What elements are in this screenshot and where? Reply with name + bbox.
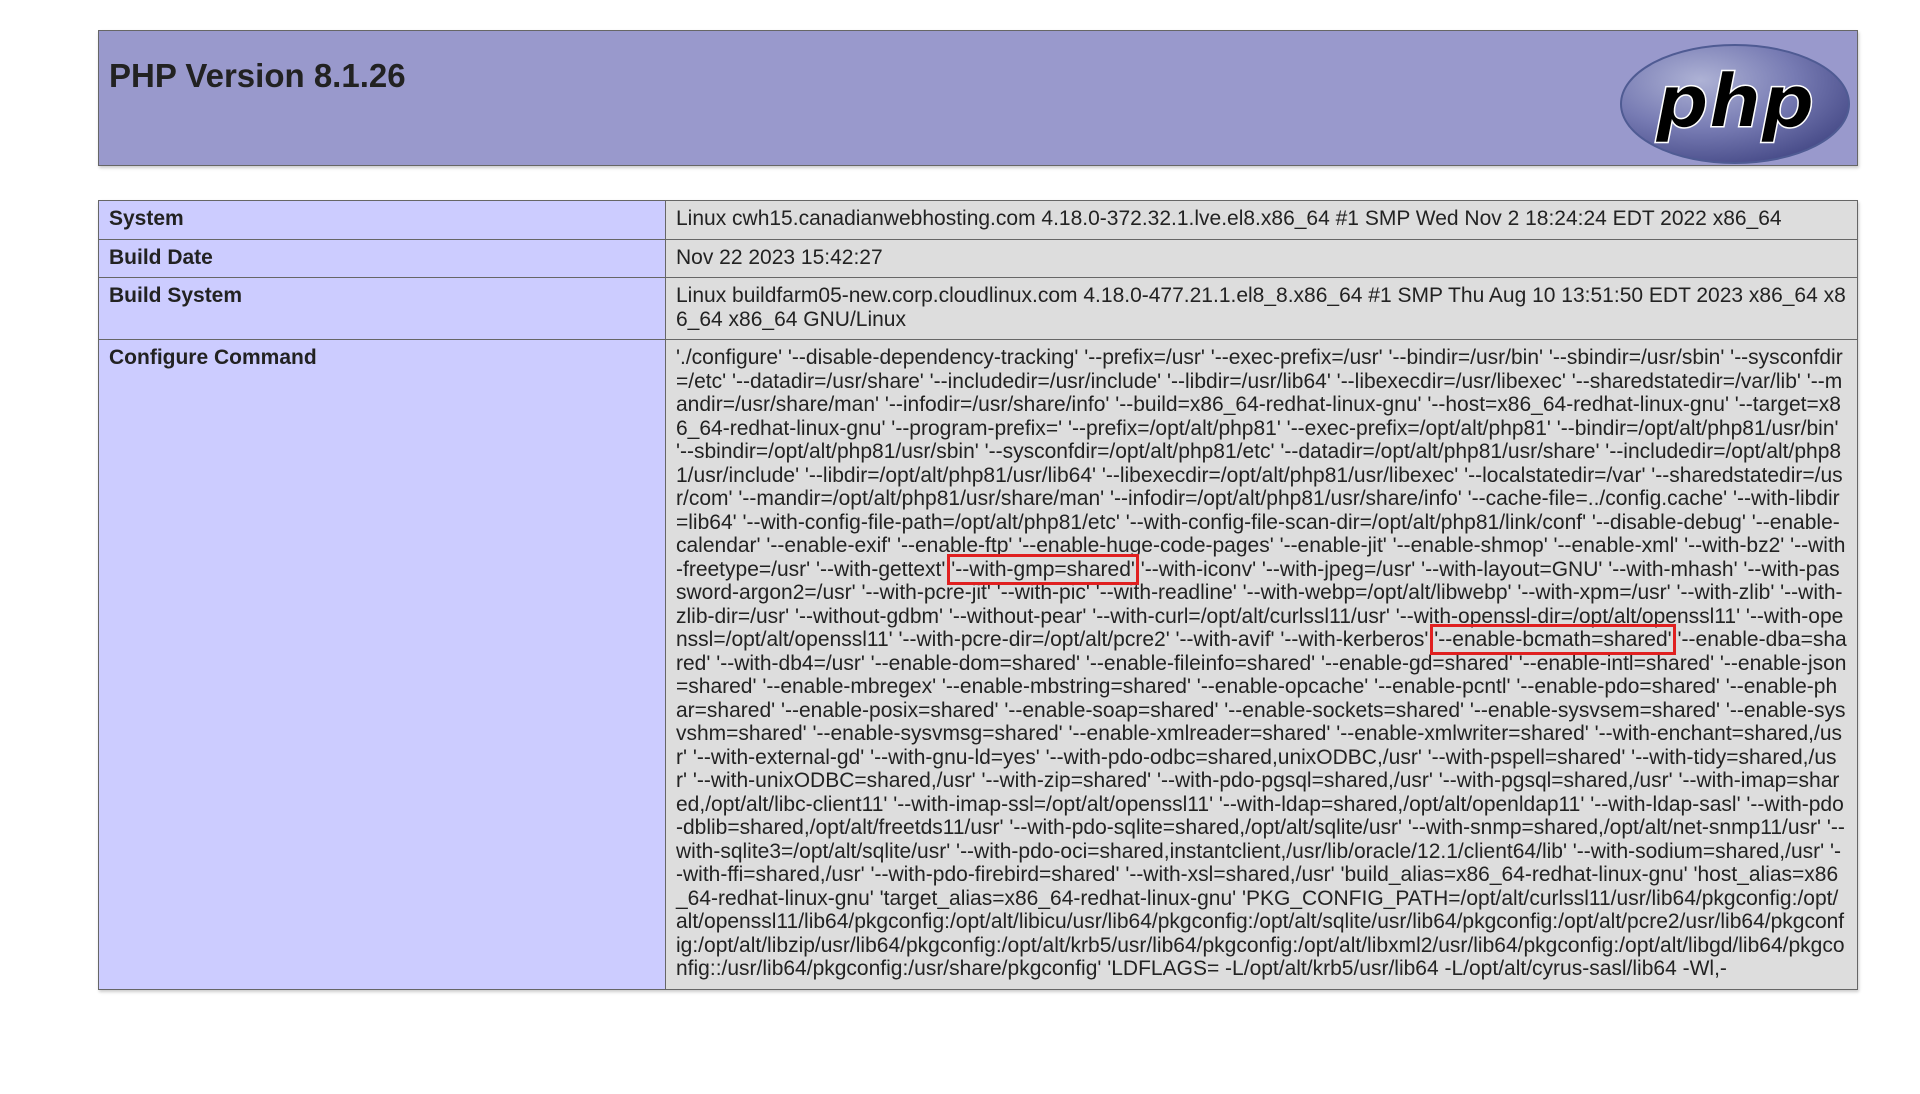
configure-text-part: './configure' '--disable-dependency-trac… — [676, 346, 1846, 581]
phpinfo-page: PHP Version 8.1.26 php System Linux cwh1… — [0, 0, 1920, 1094]
row-value-system: Linux cwh15.canadianwebhosting.com 4.18.… — [665, 200, 1858, 240]
row-label-build-system: Build System — [98, 277, 666, 340]
php-logo-icon: php — [1620, 44, 1850, 164]
table-row: System Linux cwh15.canadianwebhosting.co… — [98, 200, 1858, 240]
table-row: Build Date Nov 22 2023 15:42:27 — [98, 238, 1858, 278]
row-value-configure-command: './configure' '--disable-dependency-trac… — [665, 339, 1858, 990]
logo-text: php — [1655, 59, 1815, 145]
row-label-configure-command: Configure Command — [98, 339, 666, 990]
highlight-bcmath: '--enable-bcmath=shared' — [1430, 624, 1676, 655]
highlight-gmp: '--with-gmp=shared' — [947, 553, 1139, 585]
info-table: System Linux cwh15.canadianwebhosting.co… — [98, 200, 1858, 990]
row-value-build-system: Linux buildfarm05-new.corp.cloudlinux.co… — [665, 277, 1858, 340]
table-row: Configure Command './configure' '--disab… — [98, 339, 1858, 990]
page-title: PHP Version 8.1.26 — [109, 57, 406, 94]
row-value-build-date: Nov 22 2023 15:42:27 — [665, 238, 1858, 278]
phpinfo-header: PHP Version 8.1.26 php — [98, 30, 1858, 166]
row-label-system: System — [98, 200, 666, 240]
table-row: Build System Linux buildfarm05-new.corp.… — [98, 277, 1858, 340]
configure-text-part: '--enable-dba=shared' '--with-db4=/usr' … — [676, 628, 1847, 980]
row-label-build-date: Build Date — [98, 238, 666, 278]
